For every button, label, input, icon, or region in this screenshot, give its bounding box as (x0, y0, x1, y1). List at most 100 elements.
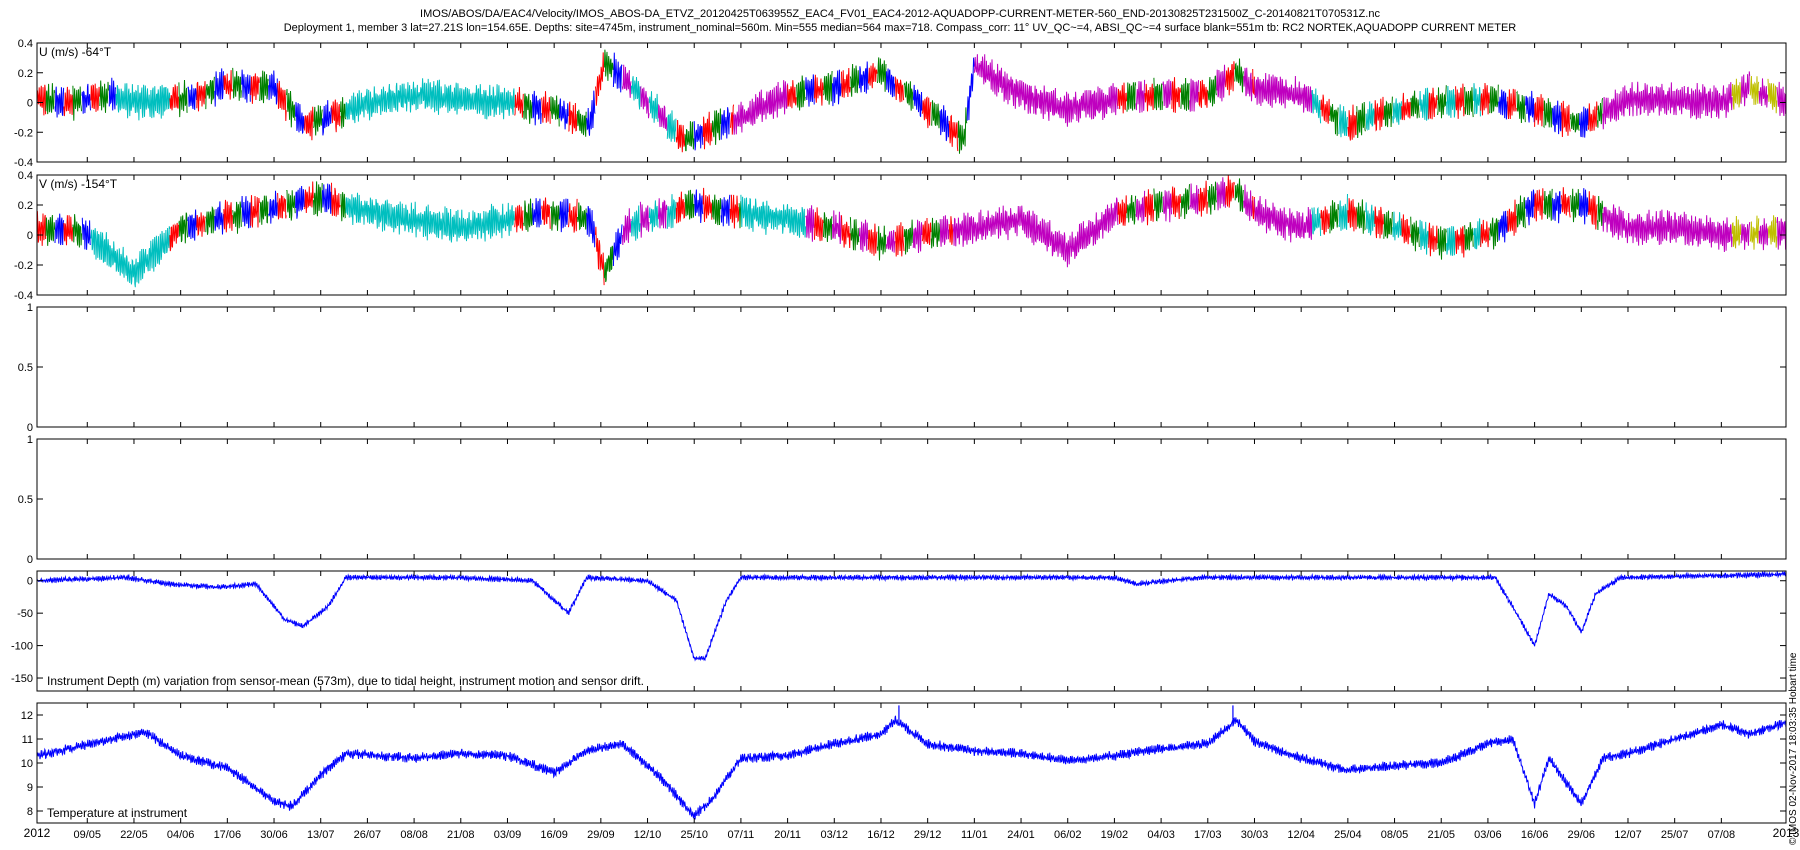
panel-1-series-trace (1392, 98, 1402, 125)
panel-2-series-trace (823, 212, 833, 243)
panel-2-series-trace (832, 210, 842, 245)
panel-2-series-trace (1162, 190, 1172, 223)
panel-1-series-trace (514, 86, 524, 118)
panel-1-series-trace (541, 91, 551, 124)
panel-2-series-trace (1365, 202, 1375, 236)
panel-2-series-trace (1254, 195, 1313, 243)
panel-2-series-trace (541, 197, 551, 229)
panel-1-series-trace (523, 93, 533, 124)
panel-6-series-line (37, 715, 1786, 820)
panel-1-series-trace (693, 121, 704, 151)
panel-1-series-trace (1570, 112, 1580, 133)
panel-1-series-trace (1216, 64, 1226, 102)
panel-1-series-trace (1401, 92, 1411, 121)
panel-3-ytick-label: 0.5 (18, 362, 33, 374)
panel-1-series-trace (939, 105, 950, 142)
panel-2-series-trace (684, 189, 695, 220)
panel-1-series-trace (1543, 98, 1553, 129)
panel-2-series-trace (1534, 188, 1544, 222)
panel-6-ytick-label: 11 (22, 734, 33, 746)
panel-2-series-trace (1153, 188, 1163, 222)
x-tick-label: 19/02 (1101, 829, 1129, 841)
panel-2-series-trace (37, 211, 47, 246)
panel-1-series-trace (885, 68, 896, 98)
panel-2-series-trace (1374, 206, 1384, 239)
panel-2-series-trace (322, 183, 332, 214)
panel-2-series-trace (295, 185, 305, 219)
panel-2-series-trace (849, 217, 860, 251)
panel-1-series-trace (45, 83, 56, 115)
panel-3-frame (36, 306, 1787, 428)
panel-2: 0.4 0.2 0 -0.2 -0.4 V (m/s) -154°T (14, 170, 1787, 302)
panel-1-series-trace (550, 95, 560, 127)
panel-2-series-trace (1216, 177, 1226, 211)
panel-1-series-trace (1135, 79, 1146, 113)
panel-1-series-trace (214, 68, 224, 107)
panel-1-label: U (m/s) -64°T (39, 45, 112, 59)
panel-1-series-trace (720, 107, 731, 140)
x-tick-label: 25/04 (1334, 829, 1362, 841)
panel-2-series-trace (550, 201, 560, 231)
panel-2-series-trace (268, 190, 278, 224)
panel-1-series-trace (54, 86, 65, 118)
panel-2-series-trace (1455, 226, 1465, 258)
panel-1-series-trace (648, 91, 659, 123)
panel-2-series-trace (205, 205, 215, 235)
panel-2-series-trace (532, 198, 542, 228)
panel-1-ytick-label: 0.4 (18, 38, 33, 50)
panel-2-series-trace (693, 189, 704, 224)
panel-2-series-trace (1311, 206, 1322, 237)
panel-2-series-trace (1498, 210, 1508, 243)
figure-canvas: IMOS/ABOS/DA/EAC4/Velocity/IMOS_ABOS-DA_… (11, 8, 1800, 845)
panel-6-plot (37, 705, 1786, 820)
panel-2-series-trace (1561, 187, 1571, 218)
panel-2-series-trace (1480, 219, 1490, 248)
panel-1-series-trace (1464, 86, 1474, 118)
x-tick-label: 03/06 (1474, 829, 1502, 841)
panel-1-series-trace (823, 70, 833, 105)
panel-2-series-trace (1579, 188, 1589, 225)
panel-6-label: Temperature at instrument (47, 806, 188, 820)
panel-1-series-trace (1162, 79, 1172, 109)
panel-1-series-trace (108, 77, 117, 111)
panel-1-series-trace (205, 76, 215, 110)
panel-1-series-trace (1320, 94, 1330, 124)
panel-2-series-trace (858, 219, 869, 252)
panel-5-frame (36, 570, 1787, 692)
x-tick-label: 22/05 (120, 829, 148, 841)
panel-5-ytick-label: -50 (17, 608, 33, 620)
panel-1-series-trace (1180, 77, 1190, 111)
panel-2-series-trace (568, 198, 578, 233)
panel-2-series-trace (1347, 198, 1357, 232)
panel-1-series-trace (948, 114, 959, 152)
panel-1-series-trace (1758, 78, 1769, 108)
panel-2-series-trace (595, 226, 605, 286)
panel-1-series-trace (331, 99, 341, 133)
panel-2-series-trace (1207, 181, 1217, 215)
panel-1-series-trace (1243, 67, 1253, 102)
figure-title-line-2: Deployment 1, member 3 lat=27.21S lon=15… (284, 22, 1517, 34)
panel-1-series-trace (1437, 85, 1447, 119)
x-tick-label: 20/11 (774, 829, 801, 841)
panel-2-series-trace (740, 194, 807, 238)
panel-2-series-trace (169, 222, 179, 252)
panel-1-ytick-label: 0.2 (18, 68, 33, 80)
panel-2-series-trace (1776, 217, 1786, 250)
panel-2-series-trace (241, 195, 251, 229)
panel-2-series-trace (814, 207, 824, 242)
panel-1-ytick-label: -0.4 (14, 157, 33, 169)
panel-1-series-trace (921, 96, 932, 129)
panel-2-series-trace (1543, 188, 1553, 221)
panel-2-series-trace (1767, 215, 1778, 248)
panel-1-series-trace (1507, 88, 1517, 120)
panel-2-series-trace (277, 192, 287, 220)
panel-1-series-trace (1171, 77, 1181, 113)
panel-1-series-trace (72, 85, 82, 121)
panel-1-series-trace (1731, 78, 1742, 110)
panel-2-series-trace (876, 225, 887, 261)
panel-1-series-trace (1311, 88, 1322, 124)
panel-1: 0.4 0.2 0 -0.2 -0.4 U (m/s) -64°T (14, 38, 1787, 169)
panel-5-ytick-label: 0 (27, 576, 33, 588)
panel-1-series-trace (796, 75, 806, 111)
x-tick-label: 24/01 (1007, 829, 1035, 841)
